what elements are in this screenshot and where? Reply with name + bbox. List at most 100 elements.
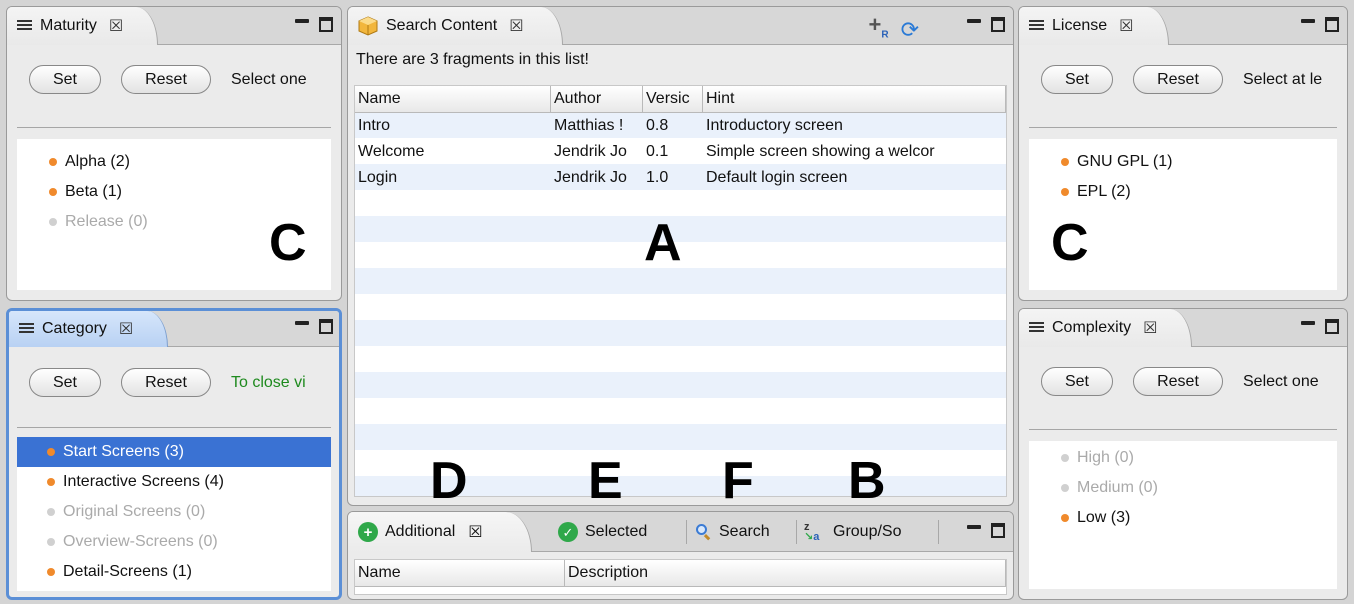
set-button[interactable]: Set — [29, 368, 101, 397]
set-button[interactable]: Set — [1041, 367, 1113, 396]
maximize-icon[interactable] — [319, 17, 333, 32]
column-header-author[interactable]: Author — [551, 86, 643, 112]
cell-author: Jendrik Jo — [554, 169, 627, 186]
list-item-label: Low (3) — [1077, 509, 1131, 526]
checkmark-icon: ✓ — [558, 522, 578, 542]
list-item[interactable]: Beta (1) — [17, 177, 331, 207]
column-header-version[interactable]: Versic — [643, 86, 703, 112]
status-dot-icon — [47, 568, 55, 576]
tab-group-sort-label: Group/So — [833, 523, 902, 540]
maximize-icon[interactable] — [991, 17, 1005, 32]
tab-selected[interactable]: ✓ Selected — [558, 512, 647, 552]
close-icon[interactable]: ☒ — [1143, 318, 1157, 338]
list-item[interactable]: Alpha (2) — [17, 147, 331, 177]
complexity-tab-title: Complexity — [1052, 319, 1132, 336]
category-list: Start Screens (3) Interactive Screens (4… — [17, 437, 331, 591]
column-header-name[interactable]: Name — [355, 560, 565, 586]
status-dot-icon — [1061, 484, 1069, 492]
reset-button[interactable]: Reset — [121, 65, 211, 94]
cell-version: 1.0 — [646, 169, 669, 186]
minimize-icon[interactable] — [967, 525, 981, 529]
list-item-label: EPL (2) — [1077, 183, 1131, 200]
cell-name: Login — [358, 169, 398, 186]
list-item-label: Original Screens (0) — [63, 503, 206, 520]
reset-button[interactable]: Reset — [1133, 65, 1223, 94]
category-body: Set Reset To close vi Start Screens (3) … — [9, 347, 339, 597]
license-tab[interactable]: License ☒ — [1019, 7, 1169, 45]
category-view: Category ☒ Set Reset To close vi Start S… — [6, 308, 342, 600]
refresh-icon[interactable]: ⟳ — [901, 19, 919, 41]
maximize-icon[interactable] — [1325, 319, 1339, 334]
window-controls — [295, 319, 333, 334]
list-item[interactable]: Start Screens (3) — [17, 437, 331, 467]
maximize-icon[interactable] — [319, 319, 333, 334]
column-header-description[interactable]: Description — [565, 560, 1006, 586]
category-tab-row: Category ☒ — [9, 311, 339, 347]
search-content-tab[interactable]: Search Content ☒ — [348, 7, 563, 45]
list-item-label: Beta (1) — [65, 183, 122, 200]
reset-button[interactable]: Reset — [121, 368, 211, 397]
maturity-hint: Select one — [231, 70, 307, 88]
divider — [17, 127, 331, 128]
window-controls — [967, 17, 1005, 32]
status-dot-icon — [1061, 158, 1069, 166]
list-item-label: High (0) — [1077, 449, 1134, 466]
column-header-hint[interactable]: Hint — [703, 86, 1006, 112]
search-content-tab-row: Search Content ☒ +R ⟳ — [348, 7, 1013, 45]
list-item[interactable]: EPL (2) — [1029, 177, 1337, 207]
minimize-icon[interactable] — [295, 321, 309, 325]
cell-version: 0.1 — [646, 143, 669, 160]
divider — [1029, 429, 1337, 430]
list-item[interactable]: Interactive Screens (4) — [17, 467, 331, 497]
tab-additional[interactable]: + Additional ☒ — [348, 512, 532, 552]
list-item[interactable]: High (0) — [1029, 443, 1337, 473]
list-item[interactable]: Original Screens (0) — [17, 497, 331, 527]
set-button[interactable]: Set — [1041, 65, 1113, 94]
table-header: Name Author Versic Hint — [355, 86, 1006, 113]
maximize-icon[interactable] — [1325, 17, 1339, 32]
annotation-marker-b: B — [848, 452, 886, 506]
close-icon[interactable]: ☒ — [119, 319, 133, 339]
cell-hint: Simple screen showing a welcor — [706, 143, 935, 160]
list-item-label: Alpha (2) — [65, 153, 130, 170]
tab-search[interactable]: Search — [696, 512, 770, 552]
maximize-icon[interactable] — [991, 523, 1005, 538]
cell-author: Jendrik Jo — [554, 143, 627, 160]
close-icon[interactable]: ☒ — [509, 16, 523, 36]
minimize-icon[interactable] — [1301, 321, 1315, 325]
minimize-icon[interactable] — [1301, 19, 1315, 23]
list-item[interactable]: Overview-Screens (0) — [17, 527, 331, 557]
category-tab[interactable]: Category ☒ — [9, 311, 169, 347]
close-icon[interactable]: ☒ — [109, 16, 123, 36]
set-button[interactable]: Set — [29, 65, 101, 94]
status-dot-icon — [49, 218, 57, 226]
list-item[interactable]: Low (3) — [1029, 503, 1337, 533]
add-filter-icon[interactable]: +R — [868, 13, 888, 45]
list-item[interactable]: Detail-Screens (1) — [17, 557, 331, 587]
column-header-name[interactable]: Name — [355, 86, 551, 112]
license-view: License ☒ Set Reset Select at le GNU GPL… — [1018, 6, 1348, 301]
close-icon[interactable]: ☒ — [1119, 16, 1133, 36]
close-icon[interactable]: ☒ — [468, 522, 482, 542]
maturity-tab-title: Maturity — [40, 17, 97, 34]
fragments-table: Name Author Versic Hint Intro Matthias !… — [354, 85, 1007, 497]
maturity-tab[interactable]: Maturity ☒ — [7, 7, 159, 45]
annotation-marker-c: C — [269, 214, 307, 272]
tab-group-sort[interactable]: z ↘a Group/So — [804, 512, 901, 552]
status-dot-icon — [49, 188, 57, 196]
package-icon — [358, 16, 378, 36]
complexity-tab[interactable]: Complexity ☒ — [1019, 309, 1193, 347]
list-item[interactable]: Medium (0) — [1029, 473, 1337, 503]
complexity-view: Complexity ☒ Set Reset Select one High (… — [1018, 308, 1348, 600]
sort-az-icon: z ↘a — [804, 521, 820, 543]
table-row[interactable]: Intro Matthias ! 0.8 Introductory screen — [355, 113, 1006, 139]
divider — [1029, 127, 1337, 128]
reset-button[interactable]: Reset — [1133, 367, 1223, 396]
minimize-icon[interactable] — [967, 19, 981, 23]
list-item[interactable]: GNU GPL (1) — [1029, 147, 1337, 177]
cell-hint: Default login screen — [706, 169, 848, 186]
table-row[interactable]: Login Jendrik Jo 1.0 Default login scree… — [355, 165, 1006, 191]
minimize-icon[interactable] — [295, 19, 309, 23]
table-row[interactable]: Welcome Jendrik Jo 0.1 Simple screen sho… — [355, 139, 1006, 165]
search-content-tab-title: Search Content — [386, 17, 498, 34]
